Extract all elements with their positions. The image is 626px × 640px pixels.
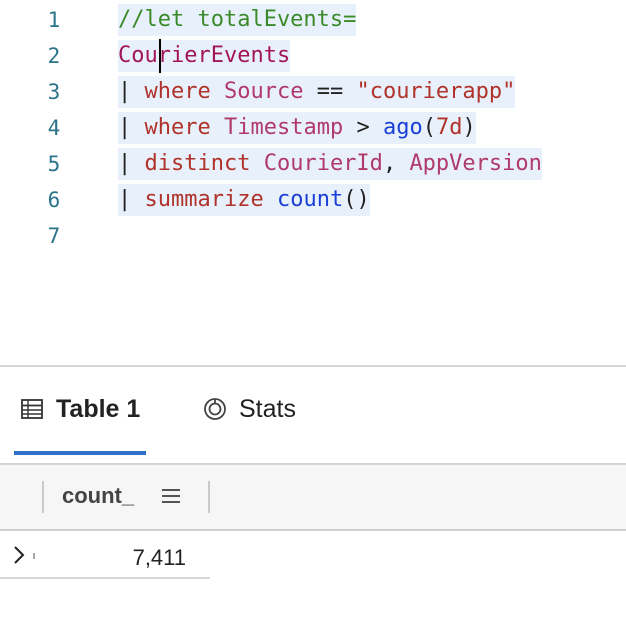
pipe-token: |: [118, 151, 145, 176]
code-text[interactable]: | summarize count(): [118, 184, 370, 216]
paren-token: ): [462, 115, 476, 140]
pipe-token: |: [118, 79, 145, 104]
results-tabs: Table 1 Stats: [0, 367, 626, 465]
comment-token: //let totalEvents=: [118, 7, 357, 32]
table-name-token: CourierEvents: [118, 43, 291, 68]
line-number: 1: [47, 8, 61, 32]
code-text[interactable]: | where Source == "courierapp": [118, 76, 516, 108]
chevron-right-icon[interactable]: [10, 543, 36, 567]
pipe-token: |: [118, 187, 145, 212]
keyword-token: where: [144, 79, 211, 104]
code-text[interactable]: CourierEvents: [118, 40, 291, 72]
column-token: AppVersion: [409, 151, 542, 176]
active-tab-indicator: [14, 451, 146, 455]
line-number: 5: [47, 152, 61, 176]
comma-token: ,: [382, 151, 410, 176]
column-token: Source: [223, 79, 304, 104]
line-number: 4: [47, 116, 61, 140]
column-separator[interactable]: [42, 481, 44, 513]
table-grid-icon: [20, 397, 44, 421]
string-token: "courierapp": [356, 79, 516, 104]
column-header-count[interactable]: count_: [62, 483, 134, 509]
line-number: 7: [47, 224, 61, 248]
query-editor[interactable]: 1 //let totalEvents= 2 CourierEvents 3 |…: [0, 0, 626, 366]
keyword-token: distinct: [144, 151, 251, 176]
code-line-7[interactable]: 7: [0, 218, 626, 254]
grid-header: count_: [0, 465, 626, 529]
paren-token: (): [343, 187, 370, 212]
code-line-4[interactable]: 4 | where Timestamp > ago(7d): [0, 110, 626, 146]
code-text[interactable]: //let totalEvents=: [118, 4, 357, 36]
paren-token: (: [422, 115, 436, 140]
keyword-token: summarize: [144, 187, 264, 212]
line-number: 3: [47, 80, 61, 104]
function-token: ago: [382, 115, 423, 140]
column-separator[interactable]: [208, 481, 210, 513]
line-number: 2: [47, 44, 61, 68]
code-line-1[interactable]: 1 //let totalEvents=: [0, 2, 626, 38]
column-menu-icon[interactable]: [160, 487, 182, 505]
code-text[interactable]: | where Timestamp > ago(7d): [118, 112, 476, 144]
keyword-token: where: [144, 115, 211, 140]
cell-count[interactable]: 7,411: [133, 545, 186, 571]
stats-gauge-icon: [203, 397, 227, 421]
row-border: [0, 577, 210, 579]
text-cursor: [159, 39, 161, 73]
tab-table-1[interactable]: Table 1: [20, 389, 140, 429]
operator-token: >: [343, 115, 383, 140]
line-number: 6: [47, 188, 61, 212]
function-token: count: [276, 187, 344, 212]
code-line-2[interactable]: 2 CourierEvents: [0, 38, 626, 74]
column-token: Timestamp: [223, 115, 344, 140]
tab-label: Table 1: [56, 394, 141, 423]
timespan-token: 7d: [435, 115, 463, 140]
code-line-6[interactable]: 6 | summarize count(): [0, 182, 626, 218]
pipe-token: |: [118, 115, 145, 140]
code-text[interactable]: | distinct CourierId, AppVersion: [118, 148, 542, 180]
code-line-3[interactable]: 3 | where Source == "courierapp": [0, 74, 626, 110]
column-token: CourierId: [263, 151, 383, 176]
tab-stats[interactable]: Stats: [203, 389, 296, 429]
code-line-5[interactable]: 5 | distinct CourierId, AppVersion: [0, 146, 626, 182]
table-row[interactable]: 7,411: [0, 531, 626, 579]
operator-token: ==: [303, 79, 357, 104]
tab-label: Stats: [239, 394, 296, 423]
